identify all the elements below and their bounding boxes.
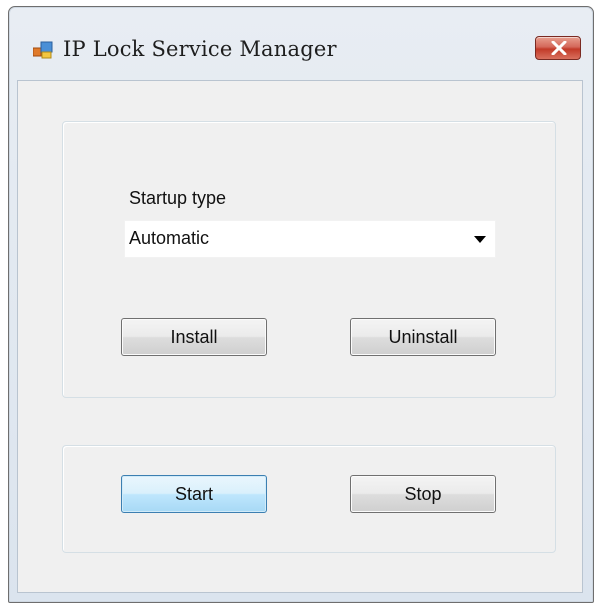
app-window-icon	[33, 41, 53, 59]
title-bar[interactable]: IP Lock Service Manager	[9, 7, 593, 80]
install-button[interactable]: Install	[121, 318, 267, 356]
startup-type-dropdown[interactable]: Automatic	[124, 220, 496, 258]
close-button[interactable]	[535, 36, 581, 60]
install-group-box	[62, 121, 556, 398]
startup-type-value: Automatic	[129, 228, 210, 248]
startup-type-label: Startup type	[129, 188, 227, 208]
stop-button[interactable]: Stop	[350, 475, 496, 513]
close-icon	[551, 41, 567, 55]
chevron-down-icon	[474, 236, 486, 243]
uninstall-button[interactable]: Uninstall	[350, 318, 496, 356]
window-title: IP Lock Service Manager	[63, 37, 337, 61]
start-button[interactable]: Start	[121, 475, 267, 513]
client-area	[17, 80, 583, 593]
